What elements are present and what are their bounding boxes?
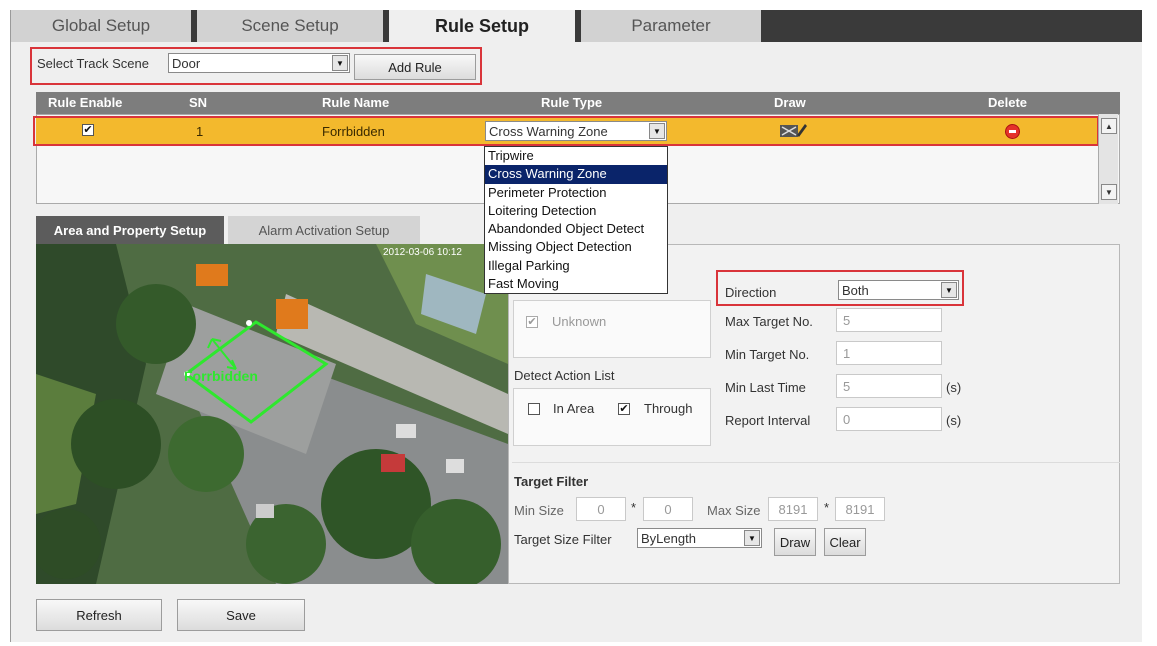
- direction-value: Both: [842, 282, 869, 298]
- min-last-time-input[interactable]: 5: [836, 374, 942, 398]
- video-timestamp: 2012-03-06 10:12: [383, 247, 462, 258]
- tab-rule-setup[interactable]: Rule Setup: [389, 10, 581, 42]
- header-delete: Delete: [988, 95, 1028, 110]
- size-filter-select[interactable]: ByLength ▼: [637, 528, 762, 548]
- unknown-label: Unknown: [552, 314, 607, 329]
- header-sn: SN: [189, 95, 208, 110]
- camera-view[interactable]: 2012-03-06 10:12 Forrbidden: [36, 244, 508, 584]
- detect-action-group: [513, 388, 711, 446]
- size-filter-value: ByLength: [641, 530, 696, 546]
- target-type-group: [513, 300, 711, 358]
- tab-label: Scene Setup: [241, 16, 339, 35]
- rule-setup-window: Global Setup Scene Setup Rule Setup Para…: [0, 0, 1157, 646]
- chevron-down-icon: ▼: [941, 282, 957, 298]
- option-tripwire[interactable]: Tripwire: [485, 147, 667, 165]
- max-target-input[interactable]: 5: [836, 308, 942, 332]
- header-rule-enable: Rule Enable: [48, 95, 123, 110]
- row-highlight: [33, 116, 1099, 146]
- in-area-label: In Area: [553, 401, 595, 416]
- min-width-input[interactable]: 0: [576, 497, 626, 521]
- tab-parameter[interactable]: Parameter: [581, 10, 761, 42]
- tab-global-setup[interactable]: Global Setup: [11, 10, 197, 42]
- unknown-checkbox[interactable]: ✔: [526, 316, 538, 328]
- target-filter-label: Target Filter: [514, 474, 589, 489]
- direction-label: Direction: [725, 285, 777, 300]
- rule-table-header: Rule Enable SN Rule Name Rule Type Draw …: [36, 92, 1120, 114]
- report-interval-label: Report Interval: [725, 413, 811, 428]
- min-target-label: Min Target No.: [725, 347, 810, 362]
- min-last-time-label: Min Last Time: [725, 380, 806, 395]
- tab-label: Rule Setup: [434, 15, 529, 36]
- report-interval-unit: (s): [946, 413, 962, 428]
- option-cross-warning-zone[interactable]: Cross Warning Zone: [485, 165, 667, 184]
- max-width-input[interactable]: 8191: [768, 497, 818, 521]
- draw-button[interactable]: Draw: [774, 528, 816, 556]
- max-target-label: Max Target No.: [725, 314, 813, 329]
- min-last-time-unit: (s): [946, 380, 962, 395]
- divider: [512, 462, 1120, 463]
- refresh-button[interactable]: Refresh: [36, 599, 162, 631]
- chevron-down-icon: ▼: [744, 530, 760, 546]
- max-size-label: Max Size: [707, 503, 761, 518]
- window-border: [10, 10, 11, 642]
- direction-select[interactable]: Both ▼: [838, 280, 959, 300]
- header-draw: Draw: [774, 95, 806, 110]
- table-scrollbar[interactable]: ▲ ▼: [1098, 114, 1118, 204]
- report-interval-input[interactable]: 0: [836, 407, 942, 431]
- min-height-input[interactable]: 0: [643, 497, 693, 521]
- option-illegal-parking[interactable]: Illegal Parking: [485, 257, 667, 275]
- tab-area-property-setup[interactable]: Area and Property Setup: [36, 216, 224, 244]
- option-missing-object-detection[interactable]: Missing Object Detection: [485, 238, 667, 256]
- option-fast-moving[interactable]: Fast Moving: [485, 275, 667, 293]
- scene-value: Door: [172, 55, 201, 71]
- scroll-down-icon[interactable]: ▼: [1101, 184, 1117, 200]
- through-checkbox[interactable]: ✔: [618, 403, 630, 415]
- tab-scene-setup[interactable]: Scene Setup: [197, 10, 389, 42]
- max-height-input[interactable]: 8191: [835, 497, 885, 521]
- through-label: Through: [644, 401, 693, 416]
- size-separator: *: [631, 500, 637, 515]
- clear-button[interactable]: Clear: [824, 528, 866, 556]
- min-size-label: Min Size: [514, 503, 564, 518]
- chevron-down-icon: ▼: [332, 55, 348, 71]
- rule-type-dropdown[interactable]: Tripwire Cross Warning Zone Perimeter Pr…: [484, 146, 668, 294]
- size-filter-label: Target Size Filter: [514, 532, 612, 547]
- scroll-up-icon[interactable]: ▲: [1101, 118, 1117, 134]
- header-rule-name: Rule Name: [322, 95, 390, 110]
- tab-alarm-activation-setup[interactable]: Alarm Activation Setup: [228, 216, 420, 244]
- option-perimeter-protection[interactable]: Perimeter Protection: [485, 184, 667, 202]
- tab-label: Parameter: [631, 16, 711, 35]
- in-area-checkbox[interactable]: [528, 403, 540, 415]
- size-separator: *: [824, 500, 830, 515]
- save-button[interactable]: Save: [177, 599, 305, 631]
- option-loitering-detection[interactable]: Loitering Detection: [485, 202, 667, 220]
- header-rule-type: Rule Type: [541, 95, 603, 110]
- zone-label: Forrbidden: [184, 368, 258, 384]
- min-target-input[interactable]: 1: [836, 341, 942, 365]
- tab-label: Global Setup: [51, 16, 151, 35]
- add-rule-button[interactable]: Add Rule: [354, 54, 476, 80]
- scene-label: Select Track Scene: [37, 56, 149, 71]
- option-abandoned-object-detect[interactable]: Abandonded Object Detect: [485, 220, 667, 238]
- detect-action-list-label: Detect Action List: [514, 368, 615, 383]
- scene-select[interactable]: Door ▼: [168, 53, 350, 73]
